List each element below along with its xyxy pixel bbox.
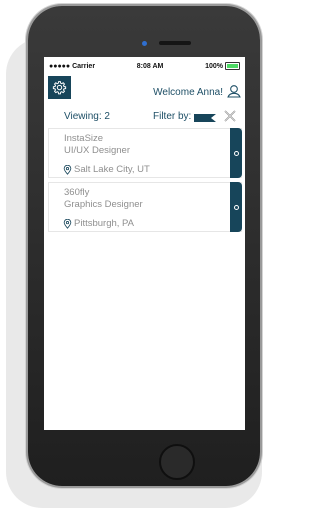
job-expand-tab[interactable] xyxy=(230,182,242,232)
stage: ●●●●● Carrier 8:08 AM 100% Welcome Anna!… xyxy=(0,0,263,513)
expand-dot-icon xyxy=(233,150,239,156)
job-company: InstaSize xyxy=(64,133,104,144)
battery-indicator: 100% xyxy=(205,62,240,70)
settings-button[interactable] xyxy=(48,76,71,99)
carrier-label: ●●●●● Carrier xyxy=(49,62,96,70)
home-button[interactable] xyxy=(159,444,195,480)
filter-label: Filter by: xyxy=(153,111,192,122)
job-location-text: Pittsburgh, PA xyxy=(74,218,135,229)
close-icon[interactable] xyxy=(223,109,237,123)
job-location: Salt Lake City, UT xyxy=(63,164,150,175)
location-pin-icon xyxy=(63,218,72,229)
job-location-text: Salt Lake City, UT xyxy=(74,164,150,175)
camera xyxy=(142,41,147,46)
job-company: 360fly xyxy=(64,187,90,198)
battery-icon xyxy=(224,62,240,70)
location-pin-icon xyxy=(63,164,72,175)
job-card[interactable]: InstaSize UI/UX Designer Salt Lake City,… xyxy=(48,128,242,178)
expand-dot-icon xyxy=(233,204,239,210)
clock: 8:08 AM xyxy=(136,62,164,70)
status-bar: ●●●●● Carrier 8:08 AM 100% xyxy=(44,57,245,75)
user-icon[interactable] xyxy=(226,83,242,99)
job-card[interactable]: 360fly Graphics Designer Pittsburgh, PA xyxy=(48,182,242,232)
app-screen: ●●●●● Carrier 8:08 AM 100% Welcome Anna!… xyxy=(44,57,245,430)
welcome-message: Welcome Anna! xyxy=(153,87,223,98)
job-location: Pittsburgh, PA xyxy=(63,218,134,229)
filter-bar: Viewing: 2 Filter by: xyxy=(44,109,245,125)
app-header: Welcome Anna! xyxy=(44,75,245,109)
flag-icon[interactable] xyxy=(194,114,216,122)
battery-label: 100% xyxy=(205,62,223,70)
job-role: Graphics Designer xyxy=(64,199,143,210)
job-role: UI/UX Designer xyxy=(64,145,130,156)
speaker xyxy=(159,41,191,45)
viewing-count: Viewing: 2 xyxy=(64,111,110,122)
gear-icon xyxy=(52,81,67,95)
job-expand-tab[interactable] xyxy=(230,128,242,178)
